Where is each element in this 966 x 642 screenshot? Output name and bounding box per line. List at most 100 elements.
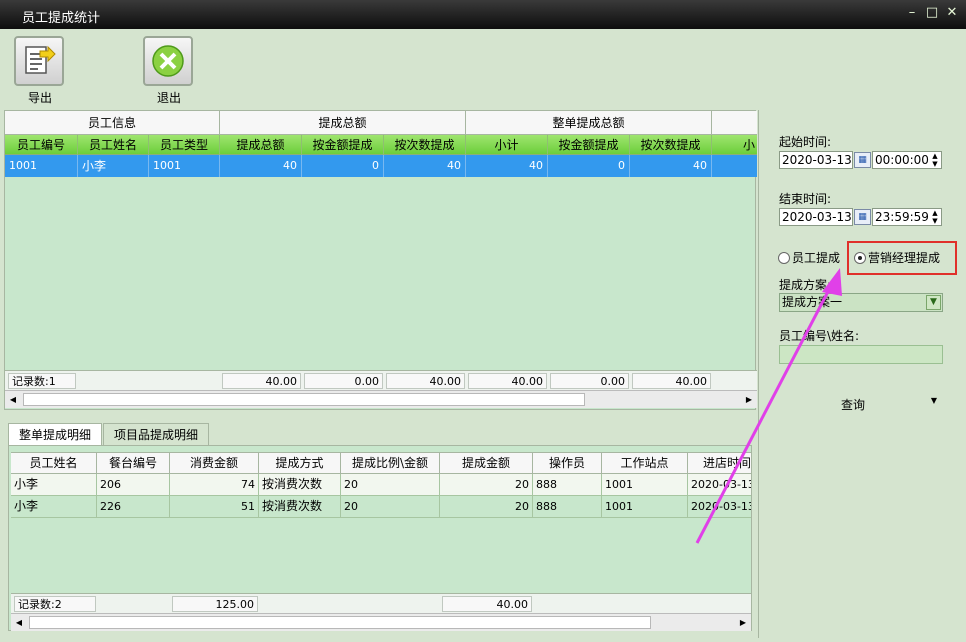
start-time-label: 起始时间: <box>779 135 832 149</box>
export-label: 导出 <box>27 91 52 105</box>
col-header[interactable]: 进店时间 <box>688 453 751 474</box>
summary-grid: 员工信息 提成总额 整单提成总额 员工编号 员工姓名 员工类型 提成总额 按金额… <box>4 110 757 410</box>
cell-entry-time: 2020-03-13 <box>691 500 751 513</box>
group-header-employee-info: 员工信息 <box>5 111 220 135</box>
cell-rate: 20 <box>341 496 440 517</box>
query-label: 查询 <box>841 398 866 412</box>
cell-station: 1001 <box>602 496 688 517</box>
spinner-icon[interactable]: ▲ ▼ <box>930 209 940 225</box>
radio-manager-label: 营销经理提成 <box>868 251 941 265</box>
calendar-icon[interactable]: ▦ <box>854 209 871 225</box>
col-header[interactable]: 按金额提成 <box>548 135 630 155</box>
col-header[interactable]: 按金额提成 <box>302 135 384 155</box>
maximize-button[interactable]: □ <box>924 5 940 21</box>
scroll-thumb[interactable] <box>23 393 585 406</box>
col-header[interactable]: 提成方式 <box>259 453 341 474</box>
table-row[interactable]: 1001 小李 1001 40 0 40 40 0 40 <box>5 155 757 177</box>
scheme-value: 提成方案一 <box>782 295 843 309</box>
scheme-label: 提成方案: <box>779 278 832 292</box>
cell-operator: 888 <box>533 496 602 517</box>
col-header[interactable]: 餐台编号 <box>97 453 170 474</box>
minimize-button[interactable]: – <box>904 5 920 21</box>
cell-entry-time: 2020-03-13 <box>691 478 751 491</box>
chevron-down-icon[interactable]: ▼ <box>926 295 941 310</box>
detail-grid: 员工姓名 餐台编号 消费金额 提成方式 提成比例\金额 提成金额 操作员 工作站… <box>8 445 752 631</box>
col-header[interactable]: 小 <box>712 135 757 155</box>
end-time-label: 结束时间: <box>779 192 832 206</box>
col-header[interactable]: 员工编号 <box>5 135 78 155</box>
export-icon <box>25 45 56 74</box>
col-header[interactable]: 小计 <box>466 135 548 155</box>
cell-order-count-commission: 40 <box>630 155 712 177</box>
cell-employee-id: 1001 <box>5 155 78 177</box>
end-time-input[interactable]: 23:59:59 ▲ ▼ <box>872 208 942 226</box>
scroll-right-icon[interactable]: ▶ <box>741 391 757 408</box>
col-header[interactable]: 提成总额 <box>220 135 302 155</box>
radio-manager-commission[interactable]: 营销经理提成 <box>854 249 940 266</box>
scheme-select[interactable]: 提成方案一 ▼ <box>779 293 943 312</box>
employee-search-input[interactable] <box>779 345 943 364</box>
query-button[interactable]: 查询 ▼ <box>841 396 941 414</box>
calendar-icon[interactable]: ▦ <box>854 152 871 168</box>
col-header[interactable]: 消费金额 <box>170 453 259 474</box>
scroll-thumb[interactable] <box>29 616 651 629</box>
scroll-left-icon[interactable]: ◀ <box>11 614 27 631</box>
export-button[interactable]: 导出 <box>14 36 66 105</box>
col-header[interactable]: 按次数提成 <box>630 135 712 155</box>
cell-employee-name: 小李 <box>11 474 97 495</box>
cell-amount: 74 <box>170 474 259 495</box>
scroll-right-icon[interactable]: ▶ <box>735 614 751 631</box>
col-header[interactable]: 工作站点 <box>602 453 688 474</box>
cell-station: 1001 <box>602 474 688 495</box>
total-count-commission: 40.00 <box>386 373 465 389</box>
cell-table-no: 206 <box>97 474 170 495</box>
caret-down-icon[interactable]: ▼ <box>931 396 937 405</box>
table-row[interactable]: 小李 226 51 按消费次数 20 20 888 1001 2020-03-1… <box>11 496 751 518</box>
col-header[interactable]: 操作员 <box>533 453 602 474</box>
tab-order-detail[interactable]: 整单提成明细 <box>8 423 103 445</box>
record-count: 记录数:2 <box>14 596 96 612</box>
col-header[interactable]: 员工姓名 <box>78 135 149 155</box>
scroll-left-icon[interactable]: ◀ <box>5 391 21 408</box>
radio-employee-commission[interactable]: 员工提成 <box>778 249 840 266</box>
summary-horizontal-scrollbar[interactable]: ◀ ▶ <box>5 390 757 408</box>
total-commission: 40.00 <box>442 596 532 612</box>
cell-method: 按消费次数 <box>259 474 341 495</box>
tab-item-detail[interactable]: 项目品提成明细 <box>103 423 210 445</box>
col-header[interactable]: 提成比例\金额 <box>341 453 440 474</box>
start-time-value: 00:00:00 <box>875 153 929 167</box>
cell-employee-type: 1001 <box>149 155 220 177</box>
start-date-input[interactable]: 2020-03-13 <box>779 151 853 169</box>
cell-commission-total: 40 <box>220 155 302 177</box>
table-row[interactable]: 小李 206 74 按消费次数 20 20 888 1001 2020-03-1… <box>11 474 751 496</box>
cell-employee-name: 小李 <box>78 155 149 177</box>
cell-table-no: 226 <box>97 496 170 517</box>
group-header-order-commission: 整单提成总额 <box>466 111 712 135</box>
cell-commission: 20 <box>440 496 533 517</box>
summary-group-header: 员工信息 提成总额 整单提成总额 <box>5 111 757 135</box>
total-order-count: 40.00 <box>632 373 711 389</box>
col-header[interactable]: 按次数提成 <box>384 135 466 155</box>
total-order-amount: 0.00 <box>550 373 629 389</box>
record-count: 记录数:1 <box>8 373 76 389</box>
spinner-icon[interactable]: ▲ ▼ <box>930 152 940 168</box>
toolbar: 导出 退出 <box>0 29 966 108</box>
total-subtotal: 40.00 <box>468 373 547 389</box>
cell-operator: 888 <box>533 474 602 495</box>
start-time-input[interactable]: 00:00:00 ▲ ▼ <box>872 151 942 169</box>
group-header-commission-total: 提成总额 <box>220 111 466 135</box>
summary-footer: 记录数:1 40.00 0.00 40.00 40.00 0.00 40.00 <box>5 370 757 390</box>
cell-amount: 51 <box>170 496 259 517</box>
col-header[interactable]: 员工类型 <box>149 135 220 155</box>
col-header[interactable]: 提成金额 <box>440 453 533 474</box>
window-title: 员工提成统计 <box>22 11 101 26</box>
detail-column-header: 员工姓名 餐台编号 消费金额 提成方式 提成比例\金额 提成金额 操作员 工作站… <box>11 452 751 474</box>
cell-subtotal: 40 <box>466 155 548 177</box>
detail-horizontal-scrollbar[interactable]: ◀ ▶ <box>11 613 751 631</box>
radio-employee-label: 员工提成 <box>792 251 841 265</box>
employee-search-label: 员工编号\姓名: <box>779 329 860 343</box>
col-header[interactable]: 员工姓名 <box>11 453 97 474</box>
close-button[interactable]: ✕ <box>944 5 960 21</box>
exit-button[interactable]: 退出 <box>143 36 195 105</box>
end-date-input[interactable]: 2020-03-13 <box>779 208 853 226</box>
